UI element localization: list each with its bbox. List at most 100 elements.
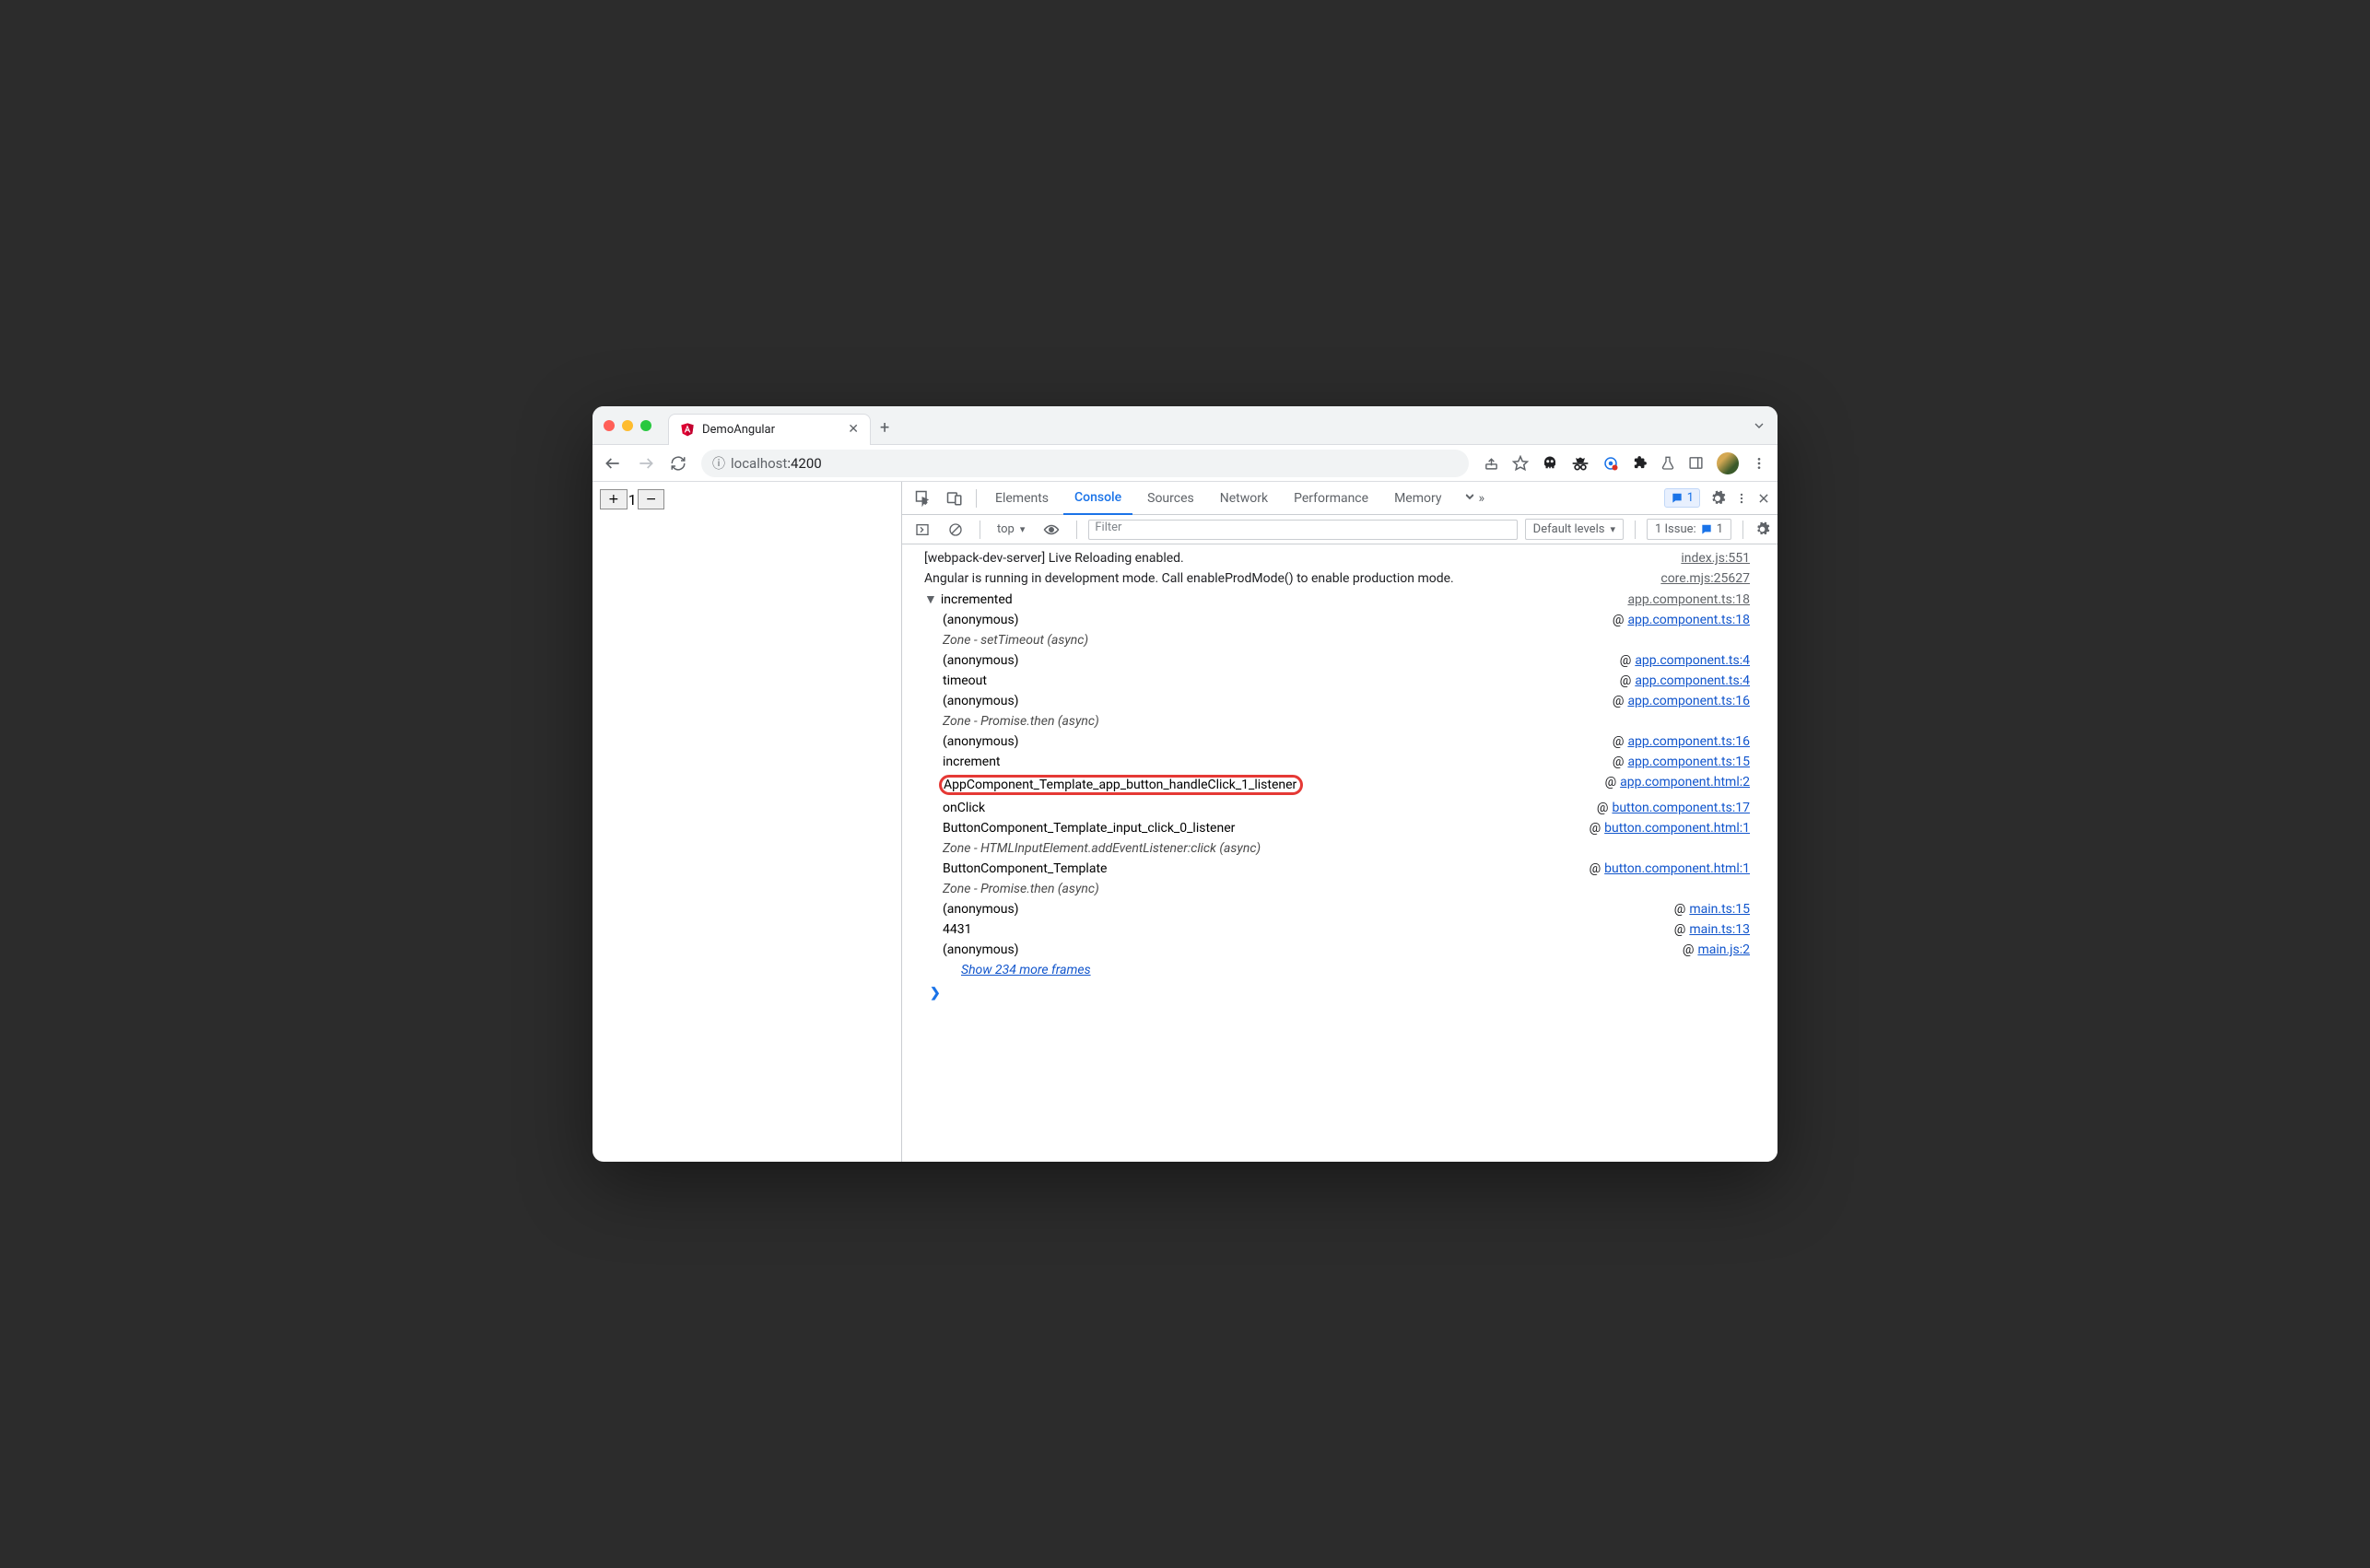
inspect-icon[interactable] xyxy=(909,486,937,510)
url-host: localhost xyxy=(731,455,787,472)
window-titlebar: DemoAngular ✕ + xyxy=(592,406,1778,445)
stack-frame-row: AppComponent_Template_app_button_handleC… xyxy=(924,772,1750,798)
minimize-window-button[interactable] xyxy=(622,420,633,431)
tab-performance[interactable]: Performance xyxy=(1283,482,1379,515)
frame-source-link[interactable]: main.ts:15 xyxy=(1689,902,1750,917)
tab-elements[interactable]: Elements xyxy=(984,482,1060,515)
frame-source-link[interactable]: main.ts:13 xyxy=(1689,922,1750,937)
console-toolbar: top Filter Default levels 1 Issue: 1 xyxy=(902,515,1778,544)
tab-network[interactable]: Network xyxy=(1209,482,1279,515)
frame-name: (anonymous) xyxy=(943,734,1613,749)
frame-source-link[interactable]: app.component.ts:4 xyxy=(1635,653,1750,668)
frame-source-link[interactable]: button.component.html:1 xyxy=(1604,861,1750,876)
tab-console[interactable]: Console xyxy=(1063,482,1132,515)
settings-gear-icon[interactable] xyxy=(1709,490,1726,507)
frame-source-link[interactable]: app.component.html:2 xyxy=(1620,775,1750,795)
skull-icon[interactable] xyxy=(1542,455,1558,472)
share-icon[interactable] xyxy=(1484,455,1499,471)
frame-source-link[interactable]: app.component.ts:4 xyxy=(1635,673,1750,688)
tab-memory[interactable]: Memory xyxy=(1383,482,1452,515)
divider xyxy=(1076,521,1077,539)
frame-name: timeout xyxy=(943,673,1620,688)
close-window-button[interactable] xyxy=(604,420,615,431)
divider xyxy=(976,489,977,508)
frame-source-link[interactable]: main.js:2 xyxy=(1697,942,1750,957)
context-selector[interactable]: top xyxy=(991,521,1030,538)
browser-window: DemoAngular ✕ + ⓘ localhost:4200 xyxy=(592,406,1778,1162)
frame-name: ButtonComponent_Template xyxy=(943,861,1590,876)
extensions-icon[interactable] xyxy=(1632,455,1648,471)
divider xyxy=(1742,521,1743,539)
stack-frame-row: ButtonComponent_Template_input_click_0_l… xyxy=(924,818,1750,838)
panel-icon[interactable] xyxy=(1688,455,1704,471)
issues-button[interactable]: 1 Issue: 1 xyxy=(1647,519,1731,540)
frame-name: AppComponent_Template_app_button_handleC… xyxy=(943,775,1605,795)
frame-source-link[interactable]: app.component.ts:16 xyxy=(1627,694,1750,708)
frame-name: 4431 xyxy=(943,922,1674,937)
site-info-icon[interactable]: ⓘ xyxy=(712,454,725,473)
increment-button[interactable]: + xyxy=(600,489,628,509)
issues-badge[interactable]: 1 xyxy=(1664,488,1700,508)
back-button[interactable] xyxy=(604,454,622,473)
tab-sources[interactable]: Sources xyxy=(1136,482,1205,515)
devtools-close-icon[interactable] xyxy=(1757,492,1770,505)
bookmark-star-icon[interactable] xyxy=(1512,455,1529,472)
frame-at-symbol: @ xyxy=(1613,694,1625,708)
show-more-link[interactable]: Show 234 more frames xyxy=(943,963,1091,977)
console-settings-gear-icon[interactable] xyxy=(1754,521,1770,537)
stack-frame-row: ButtonComponent_Template@ button.compone… xyxy=(924,859,1750,879)
frame-name: (anonymous) xyxy=(943,902,1674,917)
frame-source-link[interactable]: app.component.ts:16 xyxy=(1627,734,1750,749)
more-tabs-icon[interactable]: » xyxy=(1456,487,1490,509)
frame-name: Zone - HTMLInputElement.addEventListener… xyxy=(943,841,1750,856)
log-source-link[interactable]: core.mjs:25627 xyxy=(1660,571,1750,586)
frame-at-symbol: @ xyxy=(1605,775,1617,795)
chevron-down-icon[interactable] xyxy=(1752,418,1766,433)
frame-name: (anonymous) xyxy=(943,653,1620,668)
stack-frame-row: Zone - setTimeout (async) xyxy=(924,630,1750,650)
kebab-menu-icon[interactable] xyxy=(1752,456,1766,471)
frame-at-symbol: @ xyxy=(1613,734,1625,749)
frame-name: increment xyxy=(943,755,1613,769)
forward-button[interactable] xyxy=(637,454,655,473)
clear-console-icon[interactable] xyxy=(943,519,968,541)
trace-title: incremented xyxy=(941,592,1628,607)
console-filter-input[interactable]: Filter xyxy=(1088,520,1517,540)
console-prompt[interactable]: ❯ xyxy=(924,980,1750,1006)
stack-frame-row: (anonymous)@ app.component.ts:4 xyxy=(924,650,1750,671)
device-toggle-icon[interactable] xyxy=(941,486,968,510)
target-icon[interactable] xyxy=(1602,455,1619,472)
devtools-menu-icon[interactable] xyxy=(1735,492,1748,505)
stack-frame-row: (anonymous)@ app.component.ts:18 xyxy=(924,610,1750,630)
browser-tab[interactable]: DemoAngular ✕ xyxy=(668,414,871,445)
issues-count: 1 xyxy=(1687,491,1694,505)
frame-source-link[interactable]: app.component.ts:15 xyxy=(1627,755,1750,769)
profile-avatar[interactable] xyxy=(1717,452,1739,474)
frame-source-link[interactable]: button.component.ts:17 xyxy=(1612,801,1750,815)
reload-button[interactable] xyxy=(670,455,686,472)
show-more-frames[interactable]: Show 234 more frames xyxy=(924,960,1750,980)
decrement-button[interactable]: − xyxy=(638,489,665,509)
frame-name: (anonymous) xyxy=(943,613,1613,627)
stack-frame-row: increment@ app.component.ts:15 xyxy=(924,752,1750,772)
frame-source-link[interactable]: button.component.html:1 xyxy=(1604,821,1750,836)
live-expression-icon[interactable] xyxy=(1038,520,1065,540)
frame-source-link[interactable]: app.component.ts:18 xyxy=(1627,613,1750,627)
stack-frame-row: onClick@ button.component.ts:17 xyxy=(924,798,1750,818)
new-tab-button[interactable]: + xyxy=(880,418,889,438)
maximize-window-button[interactable] xyxy=(640,420,651,431)
log-levels-selector[interactable]: Default levels xyxy=(1525,519,1624,540)
trace-source-link[interactable]: app.component.ts:18 xyxy=(1627,592,1750,607)
stack-frame-row: (anonymous)@ app.component.ts:16 xyxy=(924,691,1750,711)
trace-header[interactable]: ▼ incremented app.component.ts:18 xyxy=(924,589,1750,610)
frame-name: Zone - setTimeout (async) xyxy=(943,633,1750,648)
labs-icon[interactable] xyxy=(1660,455,1675,472)
frame-name: (anonymous) xyxy=(943,694,1613,708)
chat-icon xyxy=(1671,492,1684,505)
log-source-link[interactable]: index.js:551 xyxy=(1681,551,1750,566)
incognito-icon[interactable] xyxy=(1571,455,1590,472)
console-sidebar-toggle-icon[interactable] xyxy=(909,519,935,541)
tab-close-icon[interactable]: ✕ xyxy=(848,422,859,437)
stack-frame-row: Zone - Promise.then (async) xyxy=(924,879,1750,899)
address-bar[interactable]: ⓘ localhost:4200 xyxy=(701,450,1469,477)
